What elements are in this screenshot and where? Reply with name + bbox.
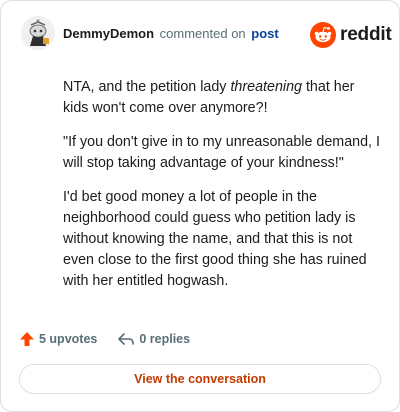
reply-arrow-icon — [118, 333, 135, 345]
upvote-count: 5 upvotes — [39, 332, 98, 346]
reddit-wordmark: reddit — [340, 24, 392, 45]
comment-footer: 5 upvotes 0 replies — [19, 331, 190, 347]
reddit-snoo-icon — [310, 22, 336, 48]
comment-body: NTA, and the petition lady threatening t… — [63, 77, 383, 305]
avatar[interactable] — [21, 16, 55, 50]
view-conversation-button[interactable]: View the conversation — [19, 364, 381, 394]
reply-count: 0 replies — [139, 332, 191, 346]
upvote-arrow-icon — [20, 332, 34, 346]
replies[interactable]: 0 replies — [117, 331, 190, 347]
emphasis-text: threatening — [230, 79, 302, 95]
author-name[interactable]: DemmyDemon — [63, 26, 154, 41]
comment-paragraph-intro: NTA, and the petition lady threatening t… — [63, 79, 355, 116]
comment-paragraph-quote: "If you don't give in to my unreasonable… — [63, 134, 380, 171]
snoo-avatar-icon — [21, 16, 55, 50]
comment-card: DemmyDemon commented on post reddit NTA,… — [0, 0, 400, 412]
reddit-logo[interactable]: reddit — [310, 21, 392, 49]
comment-header: DemmyDemon commented on post — [63, 26, 279, 41]
upvotes[interactable]: 5 upvotes — [19, 331, 97, 347]
action-text: commented on — [159, 26, 246, 41]
comment-paragraph-closing: I'd bet good money a lot of people in th… — [63, 189, 367, 289]
post-link[interactable]: post — [251, 26, 278, 41]
